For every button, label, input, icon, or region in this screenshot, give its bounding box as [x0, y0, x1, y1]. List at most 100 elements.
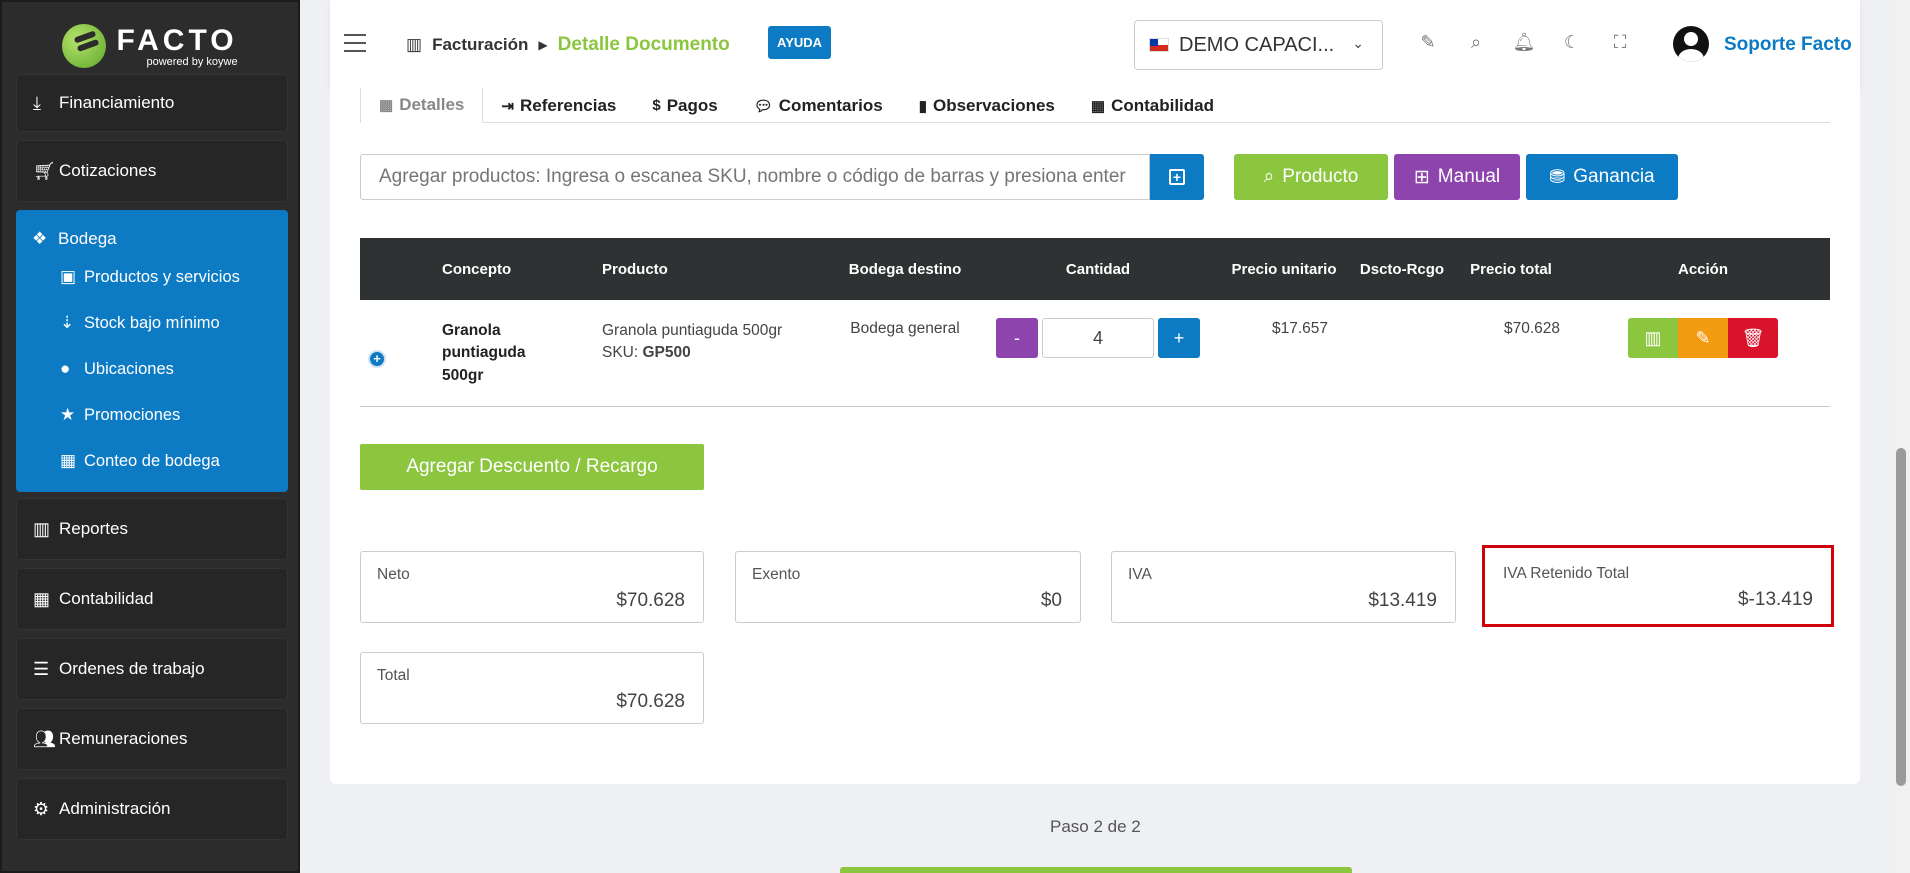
- tab-label: Pagos: [666, 95, 718, 115]
- edit-icon: ✎: [1695, 327, 1711, 348]
- sidebar-item-ordenes[interactable]: ☰ Ordenes de trabajo: [16, 638, 288, 700]
- sidebar-subitem-productos[interactable]: ▣ Productos y servicios: [16, 254, 288, 300]
- tab-pagos[interactable]: $ Pagos: [634, 88, 735, 123]
- signature-icon[interactable]: ✎: [1416, 32, 1440, 56]
- sidebar-group-bodega: ❖ Bodega ▣ Productos y servicios ⇣ Stock…: [16, 210, 288, 492]
- company-name: DEMO CAPACI...: [1179, 33, 1335, 56]
- sidebar-subitem-conteo[interactable]: ▦ Conteo de bodega: [16, 438, 288, 484]
- sidebar-item-financiamiento[interactable]: ⤓ Financiamiento: [16, 74, 288, 132]
- concepto-text: Granola puntiaguda 500gr: [442, 322, 526, 384]
- tab-contabilidad[interactable]: ▦ Contabilidad: [1073, 88, 1232, 123]
- items-table: Concepto Producto Bodega destino Cantida…: [360, 238, 1830, 407]
- star-icon: ★: [60, 405, 76, 424]
- step-indicator: Paso 2 de 2: [1050, 817, 1141, 836]
- breadcrumb-facturacion[interactable]: Facturación: [432, 35, 528, 55]
- total-label: Total: [377, 667, 410, 684]
- top-bar: ▥ Facturación ▶ Detalle Documento AYUDA …: [330, 0, 1860, 88]
- precio-total-cell: $70.628: [1446, 300, 1576, 407]
- menu-toggle-icon[interactable]: [344, 34, 366, 52]
- table-header: Precio unitario: [1210, 238, 1358, 300]
- precio-unitario-cell: $17.657: [1210, 300, 1358, 407]
- avatar[interactable]: [1673, 26, 1709, 62]
- sidebar-item-label: Financiamiento: [59, 93, 175, 112]
- tab-detalles[interactable]: ▦ Detalles: [360, 88, 484, 123]
- facto-logo-icon: [62, 24, 107, 68]
- sidebar-subitem-label: Promociones: [84, 405, 181, 424]
- button-label: Producto: [1282, 166, 1359, 187]
- fullscreen-icon[interactable]: ⛶: [1608, 32, 1632, 56]
- sku-value: GP500: [642, 344, 691, 362]
- delete-button[interactable]: 🗑︎: [1728, 318, 1778, 358]
- users-icon: 👥︎: [33, 728, 56, 749]
- concepto-cell: Granola puntiaguda 500gr: [432, 300, 592, 407]
- table-header: Cantidad: [986, 238, 1210, 300]
- tab-observaciones[interactable]: ▮ Observaciones: [901, 88, 1073, 123]
- sidebar-item-cotizaciones[interactable]: 🛒︎ Cotizaciones: [16, 140, 288, 202]
- cantidad-cell: - 4 +: [986, 300, 1210, 407]
- tab-label: Comentarios: [778, 95, 883, 115]
- producto-button[interactable]: ⌕ Producto: [1234, 154, 1388, 200]
- scrollbar-thumb[interactable]: [1896, 448, 1906, 786]
- exento-box: Exento $0: [735, 551, 1081, 623]
- iva-retenido-label: IVA Retenido Total: [1503, 565, 1630, 582]
- bodega-cell: Bodega general: [824, 300, 986, 407]
- tab-label: Referencias: [519, 95, 617, 115]
- next-button[interactable]: [840, 867, 1352, 873]
- plus-circle-icon[interactable]: +: [368, 350, 386, 368]
- bell-icon[interactable]: 🔔︎: [1512, 32, 1536, 56]
- table-header: Acción: [1576, 238, 1830, 300]
- company-select[interactable]: DEMO CAPACI... ⌄: [1134, 20, 1383, 70]
- edit-button[interactable]: ✎: [1678, 318, 1728, 358]
- sidebar-item-administracion[interactable]: ⚙ Administración: [16, 778, 288, 840]
- calculator-icon: ▦: [33, 588, 51, 609]
- iva-box: IVA $13.419: [1111, 551, 1456, 623]
- sidebar-item-remuneraciones[interactable]: 👥︎ Remuneraciones: [16, 708, 288, 770]
- sidebar-item-reportes[interactable]: ▥ Reportes: [16, 498, 288, 560]
- chile-flag-icon: [1149, 38, 1169, 52]
- neto-box: Neto $70.628: [360, 551, 704, 623]
- table-header: Dscto-Rcgo: [1358, 238, 1446, 300]
- sidebar-item-bodega[interactable]: ❖ Bodega: [16, 224, 288, 254]
- tab-label: Observaciones: [932, 95, 1055, 115]
- moon-icon[interactable]: ☾: [1560, 32, 1584, 56]
- table-header: Precio total: [1446, 238, 1576, 300]
- tab-label: Detalles: [399, 95, 465, 114]
- help-button[interactable]: AYUDA: [768, 26, 832, 59]
- logo-brand: FACTO: [116, 24, 238, 57]
- plus-square-icon: ⊞: [1413, 166, 1430, 188]
- sidebar-subitem-promociones[interactable]: ★ Promociones: [16, 392, 288, 438]
- sidebar-subitem-label: Productos y servicios: [84, 267, 240, 286]
- dollar-icon: $: [652, 97, 661, 114]
- decrease-quantity-button[interactable]: -: [996, 318, 1038, 358]
- ganancia-button[interactable]: ⛃ Ganancia: [1526, 154, 1678, 200]
- add-product-button[interactable]: +: [1150, 154, 1204, 200]
- search-icon[interactable]: ⌕: [1464, 32, 1488, 56]
- sidebar-item-contabilidad[interactable]: ▦ Contabilidad: [16, 568, 288, 630]
- table-icon: ▦: [379, 97, 394, 114]
- table-header-expand: [360, 238, 432, 300]
- calculator-icon: ▦: [60, 451, 77, 470]
- iva-retenido-value: $-13.419: [1737, 589, 1813, 610]
- exento-label: Exento: [752, 566, 801, 583]
- producto-cell: Granola puntiaguda 500gr SKU: GP500: [592, 300, 824, 407]
- sidebar-subitem-label: Stock bajo mínimo: [84, 313, 220, 332]
- sidebar-subitem-ubicaciones[interactable]: ● Ubicaciones: [16, 346, 288, 392]
- tabs: ▦ Detalles ⇥ Referencias $ Pagos 💬︎ Come…: [360, 88, 1830, 123]
- tab-referencias[interactable]: ⇥ Referencias: [483, 88, 634, 123]
- scrollbar[interactable]: [1892, 0, 1910, 873]
- iva-value: $13.419: [1368, 590, 1437, 611]
- tab-comentarios[interactable]: 💬︎ Comentarios: [736, 88, 901, 123]
- button-label: Ganancia: [1573, 166, 1655, 187]
- file-import-icon: ⇥: [501, 97, 514, 115]
- sidebar-item-label: Reportes: [59, 519, 128, 538]
- increase-quantity-button[interactable]: +: [1158, 318, 1200, 358]
- add-discount-button[interactable]: Agregar Descuento / Recargo: [360, 444, 704, 490]
- quantity-input[interactable]: 4: [1042, 318, 1154, 358]
- product-search-input[interactable]: [360, 154, 1150, 200]
- user-name[interactable]: Soporte Facto: [1724, 34, 1852, 56]
- barcode-button[interactable]: ▥: [1628, 318, 1678, 358]
- manual-button[interactable]: ⊞ Manual: [1394, 154, 1520, 200]
- sidebar-subitem-stock[interactable]: ⇣ Stock bajo mínimo: [16, 300, 288, 346]
- sidebar-item-label: Ordenes de trabajo: [59, 659, 205, 678]
- map-marker-icon: ●: [60, 359, 71, 378]
